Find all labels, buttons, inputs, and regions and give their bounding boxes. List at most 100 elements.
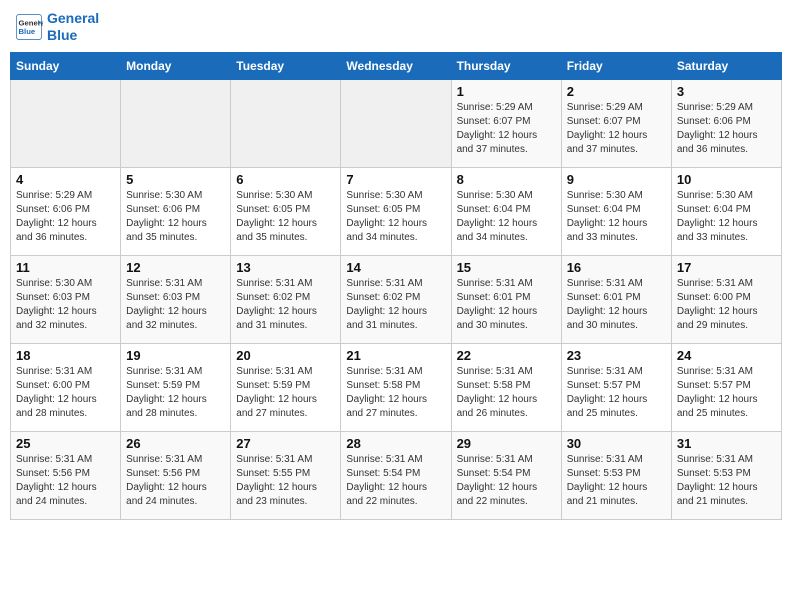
day-number: 30	[567, 436, 666, 451]
calendar-cell: 19Sunrise: 5:31 AM Sunset: 5:59 PM Dayli…	[121, 343, 231, 431]
calendar-cell: 8Sunrise: 5:30 AM Sunset: 6:04 PM Daylig…	[451, 167, 561, 255]
day-info: Sunrise: 5:31 AM Sunset: 5:59 PM Dayligh…	[236, 365, 335, 421]
calendar-cell: 2 Sunrise: 5:29 AM Sunset: 6:07 PM Daylig…	[561, 79, 671, 167]
day-number: 11	[16, 260, 115, 275]
day-info: Sunrise: 5:31 AM Sunset: 5:56 PM Dayligh…	[126, 453, 225, 509]
calendar-cell: 7Sunrise: 5:30 AM Sunset: 6:05 PM Daylig…	[341, 167, 451, 255]
calendar-cell: 22 Sunrise: 5:31 AM Sunset: 5:58 PM Dayli…	[451, 343, 561, 431]
day-info: Sunrise: 5:31 AM Sunset: 5:55 PM Dayligh…	[236, 453, 335, 509]
day-number: 25	[16, 436, 115, 451]
calendar-cell	[11, 79, 121, 167]
day-number: 23	[567, 348, 666, 363]
day-number: 8	[457, 172, 556, 187]
calendar-cell: 10Sunrise: 5:30 AM Sunset: 6:04 PM Dayli…	[671, 167, 781, 255]
day-info: Sunrise: 5:30 AM Sunset: 6:04 PM Dayligh…	[677, 189, 776, 245]
calendar-cell: 23 Sunrise: 5:31 AM Sunset: 5:57 PM Dayli…	[561, 343, 671, 431]
weekday-header: Saturday	[671, 52, 781, 79]
day-info: Sunrise: 5:31 AM Sunset: 5:58 PM Dayligh…	[346, 365, 445, 421]
calendar-week: 1 Sunrise: 5:29 AM Sunset: 6:07 PM Daylig…	[11, 79, 782, 167]
calendar-week: 11 Sunrise: 5:30 AM Sunset: 6:03 PM Dayli…	[11, 255, 782, 343]
day-number: 5	[126, 172, 225, 187]
day-info: Sunrise: 5:31 AM Sunset: 5:53 PM Dayligh…	[567, 453, 666, 509]
calendar-cell: 26 Sunrise: 5:31 AM Sunset: 5:56 PM Dayli…	[121, 431, 231, 519]
calendar-week: 4Sunrise: 5:29 AM Sunset: 6:06 PM Daylig…	[11, 167, 782, 255]
weekday-header: Wednesday	[341, 52, 451, 79]
day-number: 3	[677, 84, 776, 99]
day-info: Sunrise: 5:31 AM Sunset: 6:03 PM Dayligh…	[126, 277, 225, 333]
calendar-cell: 14 Sunrise: 5:31 AM Sunset: 6:02 PM Dayli…	[341, 255, 451, 343]
weekday-header: Friday	[561, 52, 671, 79]
day-number: 20	[236, 348, 335, 363]
day-info: Sunrise: 5:31 AM Sunset: 5:58 PM Dayligh…	[457, 365, 556, 421]
day-number: 9	[567, 172, 666, 187]
calendar-cell: 24 Sunrise: 5:31 AM Sunset: 5:57 PM Dayli…	[671, 343, 781, 431]
svg-text:Blue: Blue	[19, 27, 36, 36]
day-info: Sunrise: 5:31 AM Sunset: 5:54 PM Dayligh…	[346, 453, 445, 509]
day-info: Sunrise: 5:29 AM Sunset: 6:06 PM Dayligh…	[16, 189, 115, 245]
calendar-cell: 21 Sunrise: 5:31 AM Sunset: 5:58 PM Dayli…	[341, 343, 451, 431]
calendar-cell: 13 Sunrise: 5:31 AM Sunset: 6:02 PM Dayli…	[231, 255, 341, 343]
calendar-cell: 29 Sunrise: 5:31 AM Sunset: 5:54 PM Dayli…	[451, 431, 561, 519]
calendar-cell: 17 Sunrise: 5:31 AM Sunset: 6:00 PM Dayli…	[671, 255, 781, 343]
day-number: 17	[677, 260, 776, 275]
day-number: 13	[236, 260, 335, 275]
logo-icon: General Blue	[15, 13, 43, 41]
day-info: Sunrise: 5:29 AM Sunset: 6:07 PM Dayligh…	[567, 101, 666, 157]
calendar-cell: 11 Sunrise: 5:30 AM Sunset: 6:03 PM Dayli…	[11, 255, 121, 343]
day-info: Sunrise: 5:30 AM Sunset: 6:05 PM Dayligh…	[236, 189, 335, 245]
calendar-cell	[341, 79, 451, 167]
day-info: Sunrise: 5:30 AM Sunset: 6:03 PM Dayligh…	[16, 277, 115, 333]
day-number: 6	[236, 172, 335, 187]
calendar-table: SundayMondayTuesdayWednesdayThursdayFrid…	[10, 52, 782, 520]
day-number: 31	[677, 436, 776, 451]
day-info: Sunrise: 5:31 AM Sunset: 5:57 PM Dayligh…	[567, 365, 666, 421]
day-number: 22	[457, 348, 556, 363]
calendar-cell: 3 Sunrise: 5:29 AM Sunset: 6:06 PM Daylig…	[671, 79, 781, 167]
day-info: Sunrise: 5:31 AM Sunset: 6:02 PM Dayligh…	[236, 277, 335, 333]
day-info: Sunrise: 5:30 AM Sunset: 6:04 PM Dayligh…	[567, 189, 666, 245]
logo: General Blue GeneralBlue	[15, 10, 99, 44]
day-number: 2	[567, 84, 666, 99]
calendar-cell: 20 Sunrise: 5:31 AM Sunset: 5:59 PM Dayli…	[231, 343, 341, 431]
day-info: Sunrise: 5:31 AM Sunset: 6:00 PM Dayligh…	[16, 365, 115, 421]
calendar-cell: 27 Sunrise: 5:31 AM Sunset: 5:55 PM Dayli…	[231, 431, 341, 519]
day-info: Sunrise: 5:31 AM Sunset: 6:02 PM Dayligh…	[346, 277, 445, 333]
weekday-header: Monday	[121, 52, 231, 79]
weekday-header: Tuesday	[231, 52, 341, 79]
weekday-header: Thursday	[451, 52, 561, 79]
day-info: Sunrise: 5:31 AM Sunset: 5:53 PM Dayligh…	[677, 453, 776, 509]
calendar-cell: 4Sunrise: 5:29 AM Sunset: 6:06 PM Daylig…	[11, 167, 121, 255]
calendar-cell: 9 Sunrise: 5:30 AM Sunset: 6:04 PM Daylig…	[561, 167, 671, 255]
day-info: Sunrise: 5:31 AM Sunset: 6:00 PM Dayligh…	[677, 277, 776, 333]
calendar-cell: 25 Sunrise: 5:31 AM Sunset: 5:56 PM Dayli…	[11, 431, 121, 519]
calendar-cell: 31 Sunrise: 5:31 AM Sunset: 5:53 PM Dayli…	[671, 431, 781, 519]
calendar-week: 18 Sunrise: 5:31 AM Sunset: 6:00 PM Dayli…	[11, 343, 782, 431]
day-info: Sunrise: 5:31 AM Sunset: 5:57 PM Dayligh…	[677, 365, 776, 421]
day-info: Sunrise: 5:31 AM Sunset: 6:01 PM Dayligh…	[567, 277, 666, 333]
calendar-week: 25 Sunrise: 5:31 AM Sunset: 5:56 PM Dayli…	[11, 431, 782, 519]
day-number: 27	[236, 436, 335, 451]
day-number: 15	[457, 260, 556, 275]
day-info: Sunrise: 5:31 AM Sunset: 5:54 PM Dayligh…	[457, 453, 556, 509]
day-info: Sunrise: 5:31 AM Sunset: 5:56 PM Dayligh…	[16, 453, 115, 509]
day-info: Sunrise: 5:31 AM Sunset: 6:01 PM Dayligh…	[457, 277, 556, 333]
weekday-header: Sunday	[11, 52, 121, 79]
day-number: 24	[677, 348, 776, 363]
calendar-cell: 30 Sunrise: 5:31 AM Sunset: 5:53 PM Dayli…	[561, 431, 671, 519]
page-header: General Blue GeneralBlue	[10, 10, 782, 44]
day-info: Sunrise: 5:29 AM Sunset: 6:07 PM Dayligh…	[457, 101, 556, 157]
day-number: 21	[346, 348, 445, 363]
day-number: 7	[346, 172, 445, 187]
calendar-cell: 16Sunrise: 5:31 AM Sunset: 6:01 PM Dayli…	[561, 255, 671, 343]
day-number: 14	[346, 260, 445, 275]
calendar-cell: 28 Sunrise: 5:31 AM Sunset: 5:54 PM Dayli…	[341, 431, 451, 519]
calendar-cell: 18 Sunrise: 5:31 AM Sunset: 6:00 PM Dayli…	[11, 343, 121, 431]
day-number: 12	[126, 260, 225, 275]
day-number: 26	[126, 436, 225, 451]
day-number: 28	[346, 436, 445, 451]
day-number: 29	[457, 436, 556, 451]
calendar-cell: 1 Sunrise: 5:29 AM Sunset: 6:07 PM Daylig…	[451, 79, 561, 167]
day-number: 18	[16, 348, 115, 363]
day-number: 1	[457, 84, 556, 99]
day-info: Sunrise: 5:29 AM Sunset: 6:06 PM Dayligh…	[677, 101, 776, 157]
